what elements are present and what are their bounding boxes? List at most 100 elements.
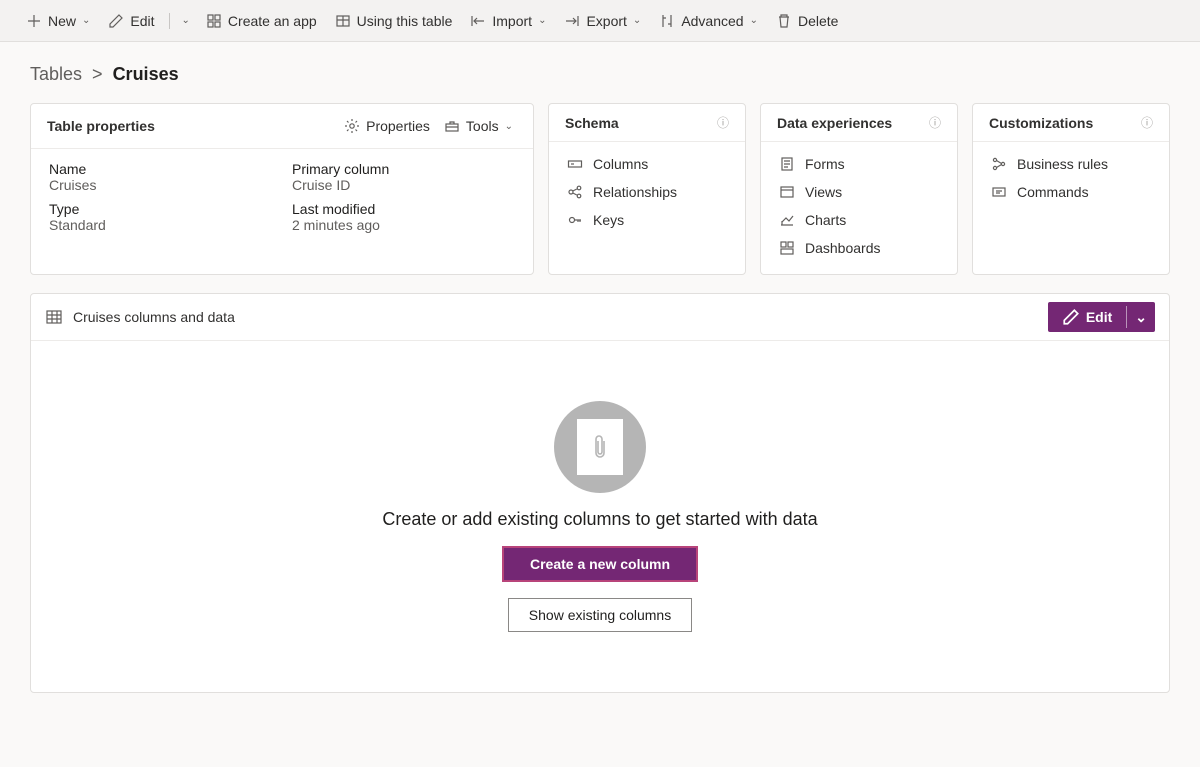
new-button[interactable]: New ⌄ <box>20 9 96 33</box>
edit-button[interactable]: Edit <box>102 9 160 33</box>
card-title: Table properties <box>47 118 334 134</box>
page-body: Tables > Cruises Table properties Proper… <box>0 42 1200 715</box>
flow-icon <box>991 156 1007 172</box>
sliders-icon <box>659 13 675 29</box>
tools-label: Tools <box>466 118 499 134</box>
breadcrumb-separator: > <box>87 64 113 84</box>
edit-split-label: Edit <box>1086 309 1112 325</box>
view-icon <box>779 184 795 200</box>
chevron-down-icon: ⌄ <box>82 15 90 26</box>
tools-button[interactable]: Tools ⌄ <box>440 114 517 138</box>
card-schema: Schema ⓘ Columns Relationships Keys <box>548 103 746 275</box>
import-label: Import <box>492 13 532 29</box>
plus-icon <box>26 13 42 29</box>
card-row: Table properties Properties Tools ⌄ Name… <box>30 103 1170 275</box>
schema-relationships[interactable]: Relationships <box>567 184 727 200</box>
primary-label: Primary column <box>292 161 515 177</box>
label: Forms <box>805 156 845 172</box>
text-field-icon <box>567 156 583 172</box>
form-icon <box>779 156 795 172</box>
dashboard-icon <box>779 240 795 256</box>
export-button[interactable]: Export ⌄ <box>558 9 647 33</box>
export-label: Export <box>586 13 626 29</box>
properties-label: Properties <box>366 118 430 134</box>
edit-split-button[interactable]: Edit ⌄ <box>1048 302 1155 332</box>
export-icon <box>564 13 580 29</box>
show-existing-columns-button[interactable]: Show existing columns <box>508 598 692 632</box>
import-button[interactable]: Import ⌄ <box>464 9 552 33</box>
gear-icon <box>344 118 360 134</box>
chevron-down-icon: ⌄ <box>505 121 513 132</box>
label: Relationships <box>593 184 677 200</box>
label: Views <box>805 184 842 200</box>
card-title: Data experiences <box>777 115 923 131</box>
modified-label: Last modified <box>292 201 515 217</box>
info-icon[interactable]: ⓘ <box>717 114 729 131</box>
using-table-button[interactable]: Using this table <box>329 9 459 33</box>
card-customizations: Customizations ⓘ Business rules Commands <box>972 103 1170 275</box>
properties-button[interactable]: Properties <box>340 114 434 138</box>
experiences-forms[interactable]: Forms <box>779 156 939 172</box>
modified-value: 2 minutes ago <box>292 217 515 233</box>
pencil-icon <box>108 13 124 29</box>
edit-label: Edit <box>130 13 154 29</box>
experiences-dashboards[interactable]: Dashboards <box>779 240 939 256</box>
advanced-label: Advanced <box>681 13 743 29</box>
schema-columns[interactable]: Columns <box>567 156 727 172</box>
data-panel-title: Cruises columns and data <box>73 309 1038 325</box>
card-title: Schema <box>565 115 711 131</box>
customizations-business-rules[interactable]: Business rules <box>991 156 1151 172</box>
empty-state-text: Create or add existing columns to get st… <box>382 509 817 530</box>
customizations-commands[interactable]: Commands <box>991 184 1151 200</box>
label: Business rules <box>1017 156 1108 172</box>
card-data-experiences: Data experiences ⓘ Forms Views Charts <box>760 103 958 275</box>
experiences-charts[interactable]: Charts <box>779 212 939 228</box>
key-icon <box>567 212 583 228</box>
relationship-icon <box>567 184 583 200</box>
experiences-views[interactable]: Views <box>779 184 939 200</box>
create-app-label: Create an app <box>228 13 317 29</box>
label: Commands <box>1017 184 1089 200</box>
create-app-button[interactable]: Create an app <box>200 9 323 33</box>
chevron-down-icon[interactable]: ⌄ <box>1127 303 1155 332</box>
data-panel: Cruises columns and data Edit ⌄ Create o… <box>30 293 1170 693</box>
schema-keys[interactable]: Keys <box>567 212 727 228</box>
import-icon <box>470 13 486 29</box>
chevron-down-icon: ⌄ <box>538 15 546 26</box>
empty-state-graphic <box>554 401 646 493</box>
app-grid-icon <box>206 13 222 29</box>
edit-dropdown[interactable]: ⌄ <box>178 15 194 26</box>
commands-icon <box>991 184 1007 200</box>
advanced-button[interactable]: Advanced ⌄ <box>653 9 764 33</box>
command-bar: New ⌄ Edit ⌄ Create an app Using this ta… <box>0 0 1200 42</box>
breadcrumb-current: Cruises <box>113 64 179 84</box>
table-icon <box>335 13 351 29</box>
card-table-properties: Table properties Properties Tools ⌄ Name… <box>30 103 534 275</box>
breadcrumb-parent[interactable]: Tables <box>30 64 82 84</box>
name-value: Cruises <box>49 177 272 193</box>
separator <box>169 13 170 29</box>
trash-icon <box>776 13 792 29</box>
pencil-icon <box>1062 308 1080 326</box>
paperclip-icon <box>590 433 610 461</box>
delete-button[interactable]: Delete <box>770 9 844 33</box>
chevron-down-icon: ⌄ <box>633 15 641 26</box>
using-table-label: Using this table <box>357 13 453 29</box>
card-title: Customizations <box>989 115 1135 131</box>
type-label: Type <box>49 201 272 217</box>
info-icon[interactable]: ⓘ <box>1141 114 1153 131</box>
chart-icon <box>779 212 795 228</box>
empty-state: Create or add existing columns to get st… <box>31 341 1169 692</box>
name-label: Name <box>49 161 272 177</box>
toolbox-icon <box>444 118 460 134</box>
label: Columns <box>593 156 648 172</box>
delete-label: Delete <box>798 13 838 29</box>
breadcrumb: Tables > Cruises <box>30 64 1170 85</box>
primary-value: Cruise ID <box>292 177 515 193</box>
create-new-column-button[interactable]: Create a new column <box>502 546 698 582</box>
label: Charts <box>805 212 846 228</box>
label: Dashboards <box>805 240 881 256</box>
chevron-down-icon: ⌄ <box>750 15 758 26</box>
label: Keys <box>593 212 624 228</box>
info-icon[interactable]: ⓘ <box>929 114 941 131</box>
